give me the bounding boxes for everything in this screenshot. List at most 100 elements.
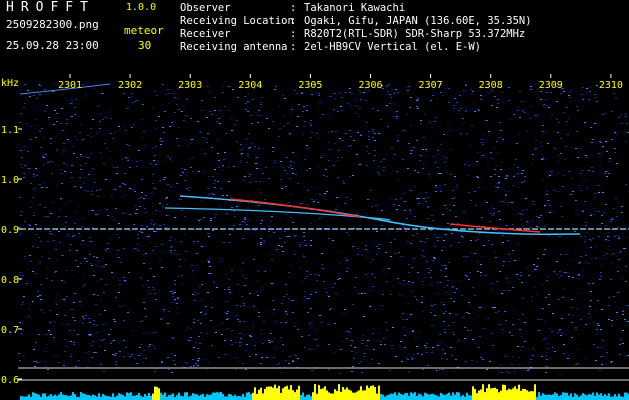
noise-speck (174, 217, 176, 218)
level-bar (88, 395, 90, 400)
noise-speck (387, 126, 389, 127)
noise-speck (576, 106, 578, 107)
noise-speck (80, 187, 82, 188)
noise-speck (282, 251, 284, 252)
noise-speck (137, 234, 139, 235)
noise-speck (409, 210, 411, 211)
noise-speck (74, 107, 76, 108)
noise-speck (304, 278, 306, 279)
noise-speck (74, 212, 76, 213)
noise-speck (380, 119, 382, 120)
noise-speck (461, 236, 463, 237)
noise-speck (571, 337, 573, 338)
noise-speck (71, 103, 73, 104)
noise-speck (425, 192, 427, 193)
noise-speck (240, 154, 242, 155)
noise-speck (466, 256, 468, 257)
noise-speck (602, 192, 604, 193)
noise-speck (317, 345, 319, 346)
noise-speck (522, 109, 524, 110)
noise-speck (40, 310, 42, 311)
noise-speck (39, 262, 41, 263)
noise-speck (562, 297, 564, 298)
noise-speck (110, 238, 112, 239)
noise-speck (124, 184, 126, 185)
noise-speck (261, 97, 263, 98)
noise-speck (235, 315, 237, 316)
noise-speck (615, 133, 617, 134)
level-bar (292, 390, 294, 400)
noise-speck (161, 141, 163, 142)
noise-speck (186, 99, 188, 100)
level-bar (402, 394, 404, 400)
noise-speck (357, 132, 359, 133)
noise-speck (268, 231, 270, 232)
noise-speck (85, 352, 87, 353)
noise-speck (350, 136, 352, 137)
noise-speck (310, 223, 312, 224)
noise-speck (186, 98, 188, 99)
noise-speck (520, 101, 522, 102)
noise-speck (115, 361, 117, 362)
noise-speck (245, 109, 247, 110)
noise-speck (247, 208, 249, 209)
noise-speck (263, 242, 265, 243)
noise-speck (145, 316, 147, 317)
noise-speck (368, 153, 370, 154)
noise-speck (206, 117, 208, 118)
noise-speck (390, 256, 392, 257)
noise-speck (225, 329, 227, 330)
noise-speck (365, 249, 367, 250)
noise-speck (386, 233, 388, 234)
noise-speck (71, 165, 73, 166)
noise-speck (351, 351, 353, 352)
noise-speck (366, 122, 368, 123)
noise-speck (108, 158, 110, 159)
noise-speck (288, 363, 290, 364)
noise-speck (509, 241, 511, 242)
noise-speck (290, 165, 292, 166)
noise-speck (60, 299, 62, 300)
noise-speck (417, 353, 419, 354)
level-bar (222, 393, 224, 400)
level-bar (196, 394, 198, 400)
noise-speck (400, 198, 402, 199)
noise-speck (246, 344, 248, 345)
noise-speck (584, 201, 586, 202)
noise-speck (280, 337, 282, 338)
noise-speck (306, 110, 308, 111)
noise-speck (579, 262, 581, 263)
noise-speck (331, 96, 333, 97)
level-bar (388, 394, 390, 400)
noise-speck (464, 164, 466, 165)
noise-speck (247, 354, 249, 355)
noise-speck (493, 213, 495, 214)
noise-speck (249, 293, 251, 294)
noise-speck (290, 194, 292, 195)
noise-speck (23, 173, 25, 174)
noise-speck (499, 137, 501, 138)
noise-speck (368, 139, 370, 140)
level-bar (542, 393, 544, 400)
noise-speck (576, 308, 578, 309)
noise-speck (84, 190, 86, 191)
noise-speck (96, 257, 98, 258)
noise-speck (357, 248, 359, 249)
noise-speck (563, 272, 565, 273)
noise-speck (289, 178, 291, 179)
noise-speck (148, 236, 150, 237)
noise-speck (213, 183, 215, 184)
noise-speck (311, 94, 313, 95)
noise-speck (146, 229, 148, 230)
level-bar (290, 385, 292, 400)
noise-speck (561, 318, 563, 319)
noise-speck (85, 366, 87, 367)
noise-speck (439, 343, 441, 344)
noise-speck (140, 160, 142, 161)
noise-speck (477, 271, 479, 272)
level-bar (148, 392, 150, 400)
noise-speck (316, 188, 318, 189)
level-bar (484, 392, 486, 400)
noise-speck (445, 292, 447, 293)
level-bar (98, 393, 100, 400)
